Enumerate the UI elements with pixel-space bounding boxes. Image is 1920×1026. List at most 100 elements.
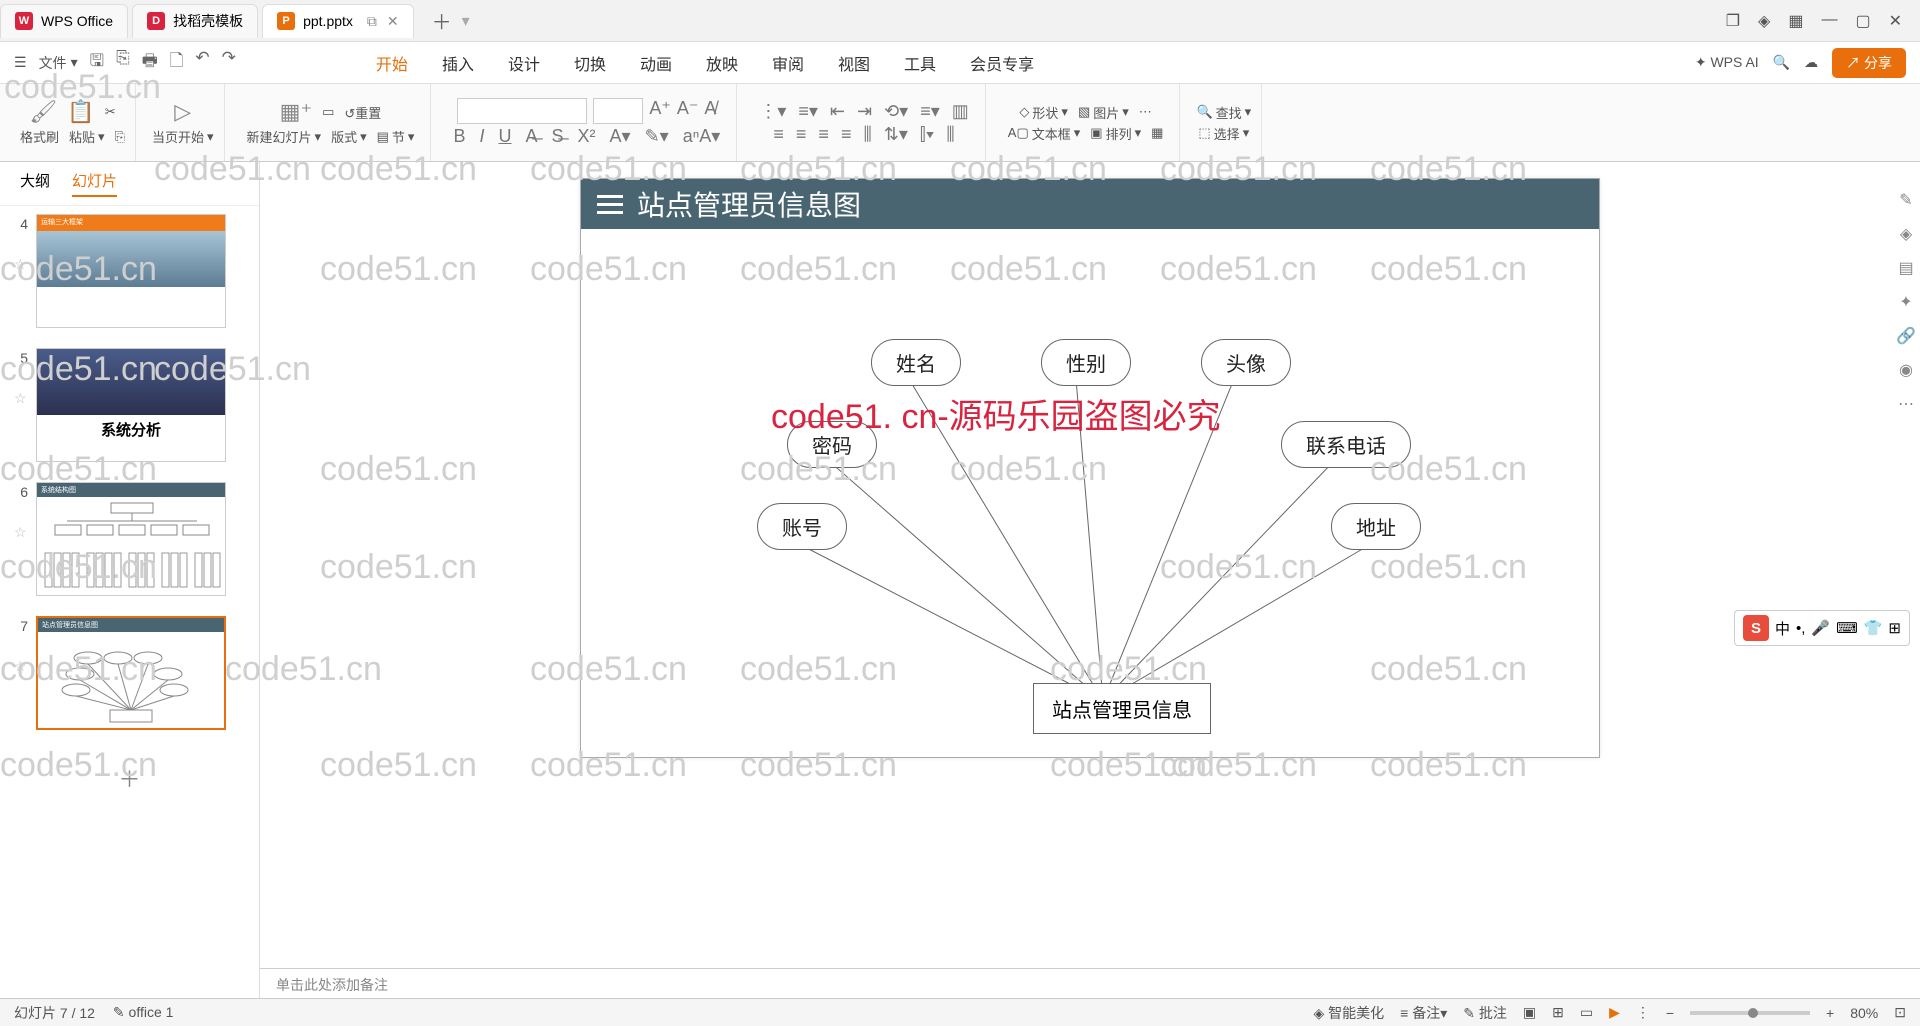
slide-7[interactable]: 站点管理员信息图 姓名 性别 头像 密码	[580, 178, 1600, 758]
cascade-icon[interactable]: ❐	[1726, 11, 1740, 31]
new-slide-dropdown[interactable]: 新建幻灯片▾	[247, 127, 322, 146]
ime-mic-icon[interactable]: 🎤	[1811, 619, 1830, 637]
ribbon-tab-transition[interactable]: 切换	[574, 51, 606, 75]
shape-dropdown[interactable]: ◇形状▾	[1019, 103, 1068, 122]
align-right-icon[interactable]: ≡	[818, 124, 829, 145]
qat-redo-icon[interactable]: ↷	[222, 48, 236, 77]
picture-dropdown[interactable]: ▧图片▾	[1078, 103, 1129, 122]
maximize-icon[interactable]: ▢	[1855, 11, 1870, 31]
zoom-slider[interactable]	[1690, 1011, 1810, 1015]
ribbon-tab-home[interactable]: 开始	[376, 51, 408, 75]
ime-skin-icon[interactable]: 👕	[1864, 619, 1883, 637]
text-direction-icon[interactable]: ⟲▾	[884, 101, 908, 122]
arrange-dropdown[interactable]: ▣排列▾	[1090, 124, 1141, 143]
qat-export-icon[interactable]: ⎘	[116, 48, 130, 77]
fit-icon[interactable]: ⊡	[1894, 1004, 1906, 1021]
star-icon[interactable]: ☆	[14, 658, 28, 675]
reset-button[interactable]: ↺重置	[344, 103, 381, 122]
tab-current-file[interactable]: Pppt.pptx ⧉✕	[262, 4, 414, 38]
zoom-out-icon[interactable]: −	[1666, 1005, 1674, 1021]
numbering-icon[interactable]: ≡▾	[798, 101, 818, 122]
bold-icon[interactable]: B	[453, 126, 465, 147]
comments-button[interactable]: ✎ 批注	[1463, 1003, 1507, 1023]
attr-phone[interactable]: 联系电话	[1281, 421, 1411, 468]
tab-wps-home[interactable]: WWPS Office	[0, 4, 128, 38]
paste-icon[interactable]: 📋	[67, 99, 94, 125]
qat-preview-icon[interactable]: 🗋	[170, 48, 184, 77]
ime-keyboard-icon[interactable]: ⌨	[1836, 619, 1858, 637]
distribute-icon[interactable]: ⫼	[863, 124, 871, 145]
star-icon[interactable]: ☆	[14, 256, 28, 273]
attr-gender[interactable]: 性别	[1041, 339, 1131, 386]
entity-admin[interactable]: 站点管理员信息	[1033, 683, 1211, 734]
star-icon[interactable]: ☆	[14, 390, 28, 407]
font-color-icon[interactable]: A▾	[610, 126, 631, 147]
qat-print-icon[interactable]: 🖶	[142, 48, 158, 77]
ribbon-tab-vip[interactable]: 会员专享	[970, 51, 1034, 75]
avatar-icon[interactable]: ▦	[1788, 11, 1803, 31]
qat-save-icon[interactable]: 🖫	[90, 48, 104, 77]
attr-account[interactable]: 账号	[757, 503, 847, 550]
qat-undo-icon[interactable]: ↶	[195, 48, 209, 77]
section-dropdown[interactable]: ▤节▾	[377, 127, 415, 146]
indent-right-icon[interactable]: ⇥	[857, 101, 872, 122]
star-icon[interactable]: ☆	[14, 524, 28, 541]
thumbnail-5[interactable]: 系统分析	[36, 348, 226, 462]
cut-icon[interactable]: ✂	[105, 104, 116, 120]
ime-punct[interactable]: •,	[1796, 620, 1805, 637]
beautify-button[interactable]: ◈ 智能美化	[1314, 1003, 1385, 1023]
new-slide-icon[interactable]: ▦⁺	[280, 99, 312, 125]
ime-lang[interactable]: 中	[1775, 618, 1790, 639]
zoom-value[interactable]: 80%	[1850, 1005, 1878, 1021]
notes-pane[interactable]: 单击此处添加备注	[260, 968, 1920, 998]
cube-icon[interactable]: ◈	[1758, 11, 1770, 31]
format-painter-label[interactable]: 格式刷	[20, 127, 59, 146]
ribbon-tab-slideshow[interactable]: 放映	[706, 51, 738, 75]
grow-font-icon[interactable]: A⁺	[649, 98, 671, 124]
italic-icon[interactable]: I	[479, 126, 484, 147]
more-icon[interactable]: ⋯	[1139, 104, 1152, 120]
tab-templates[interactable]: D找稻壳模板	[132, 4, 258, 38]
strike-icon[interactable]: A̶	[525, 126, 537, 147]
textbox-dropdown[interactable]: A▢文本框▾	[1008, 124, 1081, 143]
clear-format-icon[interactable]: A̸	[704, 98, 716, 124]
slides-tab[interactable]: 幻灯片	[72, 170, 117, 197]
justify-icon[interactable]: ≡	[841, 124, 852, 145]
view-slideshow-icon[interactable]: ▶	[1609, 1004, 1620, 1021]
copy-icon[interactable]: ⎘	[115, 129, 125, 145]
thumbnail-4[interactable]: 运输三大框架	[36, 214, 226, 328]
ime-toolbar[interactable]: S 中 •, 🎤 ⌨ 👕 ⊞	[1734, 610, 1910, 646]
tab-close-icon[interactable]: ✕	[387, 13, 399, 30]
outline-tab[interactable]: 大纲	[20, 170, 50, 197]
view-normal-icon[interactable]: ▣	[1523, 1004, 1536, 1021]
view-reading-icon[interactable]: ▭	[1580, 1004, 1593, 1021]
ime-settings-icon[interactable]: ⊞	[1888, 619, 1901, 637]
layers-tool-icon[interactable]: ▤	[1898, 258, 1913, 278]
strikethrough-icon[interactable]: S̶	[552, 126, 564, 147]
view-sorter-icon[interactable]: ⊞	[1552, 1004, 1564, 1021]
select-dropdown[interactable]: ⬚选择▾	[1198, 124, 1249, 143]
new-tab-button[interactable]: ＋	[432, 6, 452, 35]
spacing-icon[interactable]: ⫿▾	[920, 124, 935, 145]
notes-button[interactable]: ≡ 备注▾	[1400, 1003, 1447, 1023]
pencil-tool-icon[interactable]: ✎	[1899, 190, 1912, 210]
thumbnail-list[interactable]: 4☆运输三大框架 5☆系统分析 6☆系统结构图 7☆站点管理员信息图 ＋	[0, 206, 259, 998]
attr-avatar[interactable]: 头像	[1201, 339, 1291, 386]
thumbnail-7[interactable]: 站点管理员信息图	[36, 616, 226, 730]
superscript-icon[interactable]: X²	[578, 126, 596, 147]
bullets-icon[interactable]: ⋮▾	[759, 101, 786, 122]
underline-icon[interactable]: U	[498, 126, 511, 147]
paste-dropdown[interactable]: 粘贴▾	[69, 127, 105, 146]
link-tool-icon[interactable]: 🔗	[1896, 326, 1916, 346]
para-settings-icon[interactable]: ⫼	[946, 124, 954, 145]
record-tool-icon[interactable]: ◉	[1899, 360, 1913, 380]
group-play[interactable]: ▷当页开始▾	[142, 84, 225, 161]
cloud-icon[interactable]: ☁	[1804, 54, 1818, 71]
attr-name[interactable]: 姓名	[871, 339, 961, 386]
columns-icon[interactable]: ▥	[952, 101, 969, 122]
thumbnail-6[interactable]: 系统结构图	[36, 482, 226, 596]
file-menu[interactable]: 文件▾	[39, 53, 78, 73]
ribbon-tab-animation[interactable]: 动画	[640, 51, 672, 75]
indent-left-icon[interactable]: ⇤	[830, 101, 845, 122]
align-left-icon[interactable]: ≡	[773, 124, 784, 145]
